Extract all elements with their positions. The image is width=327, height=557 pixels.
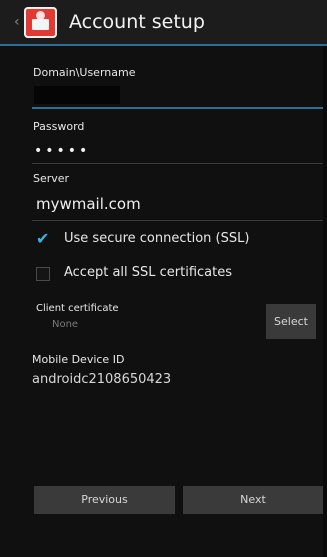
ssl-checkbox[interactable] [36,229,50,248]
back-caret-icon[interactable]: ‹ [14,14,20,30]
accept-all-checkbox-label: Accept all SSL certificates [64,265,233,280]
server-input[interactable] [36,193,296,215]
password-field[interactable]: ••••• [34,143,90,159]
username-label: Domain\Username [33,66,136,79]
password-underline [32,163,324,164]
client-certificate-label: Client certificate [36,303,119,314]
username-underline [32,107,324,109]
client-certificate-value: None [52,319,79,330]
page-title: Account setup [69,11,205,33]
password-label: Password [33,120,85,133]
server-underline [32,220,324,221]
server-label: Server [33,172,70,185]
scroll-edge [323,46,327,557]
device-id-value: androidc2108650423 [32,372,172,387]
username-field[interactable] [34,86,120,104]
select-certificate-button[interactable]: Select [266,304,316,339]
next-button[interactable]: Next [183,486,323,514]
action-bar: ‹ Account setup [0,0,327,46]
previous-button[interactable]: Previous [34,486,175,514]
app-icon-envelope [32,19,49,30]
ssl-checkbox-label: Use secure connection (SSL) [64,231,250,246]
device-id-label: Mobile Device ID [32,353,125,366]
accept-all-checkbox[interactable] [36,267,50,281]
mail-app-icon[interactable] [24,7,57,38]
